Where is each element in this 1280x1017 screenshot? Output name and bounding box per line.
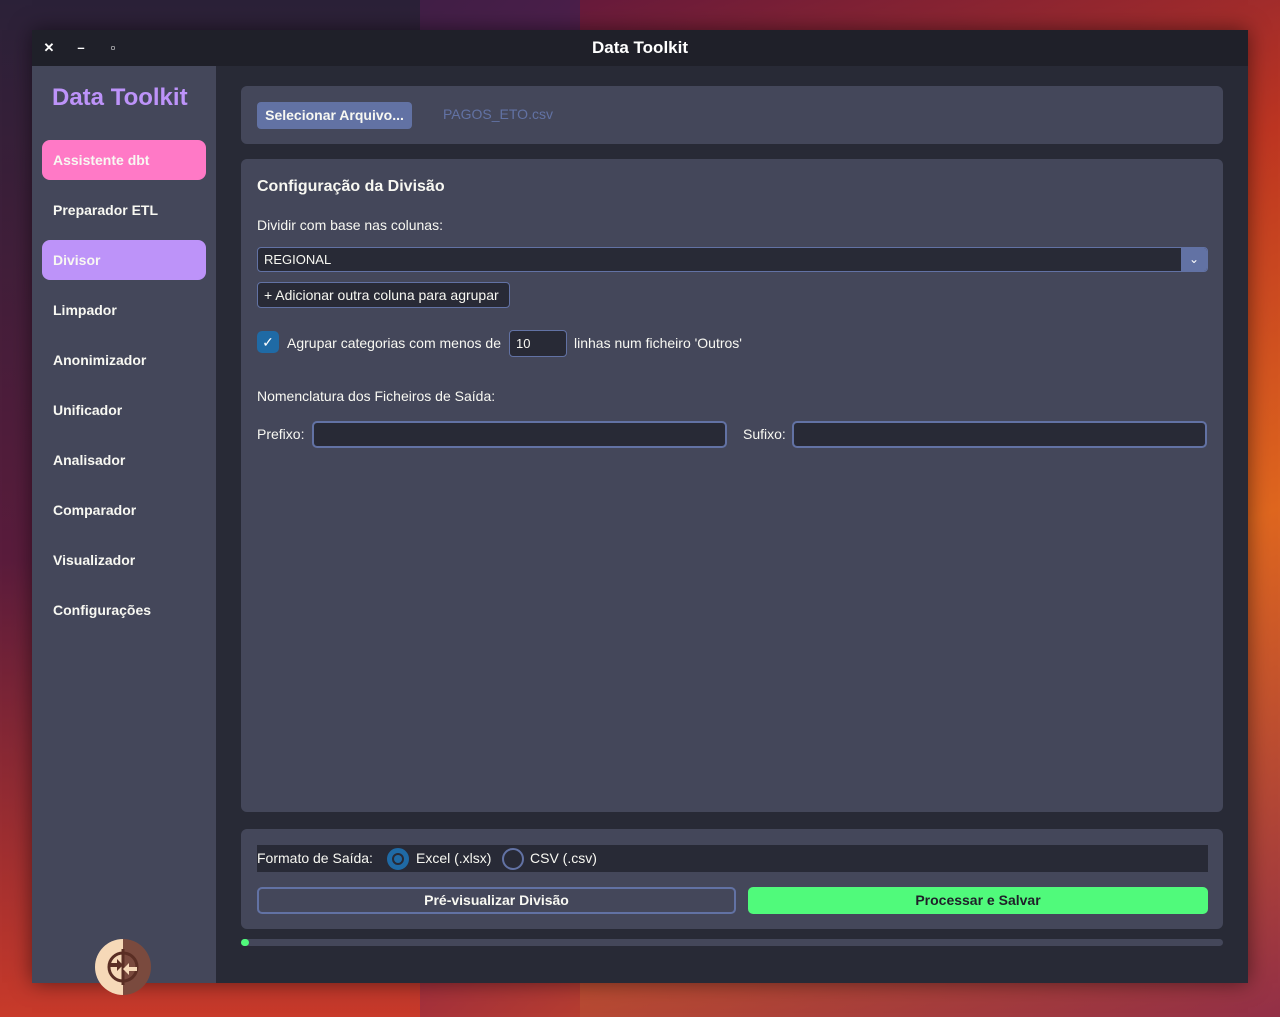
- column-select-value: REGIONAL: [264, 252, 332, 267]
- sidebar-item-anonimizador[interactable]: Anonimizador: [42, 340, 206, 380]
- select-file-button[interactable]: Selecionar Arquivo...: [257, 102, 412, 129]
- output-format-bar: Formato de Saída: Excel (.xlsx) CSV (.cs…: [257, 845, 1208, 872]
- selected-filename: PAGOS_ETO.csv: [443, 106, 553, 122]
- split-columns-label: Dividir com base nas colunas:: [257, 217, 443, 233]
- sidebar: Data Toolkit Assistente dbt Preparador E…: [32, 66, 216, 995]
- process-save-button[interactable]: Processar e Salvar: [748, 887, 1208, 914]
- brand-title: Data Toolkit: [52, 84, 188, 111]
- suffix-input[interactable]: [792, 421, 1207, 448]
- radio-excel-label[interactable]: Excel (.xlsx): [416, 850, 491, 866]
- prefix-input[interactable]: [312, 421, 727, 448]
- column-select[interactable]: REGIONAL ⌄: [257, 247, 1208, 272]
- group-suffix-label: linhas num ficheiro 'Outros': [574, 335, 742, 351]
- add-column-button[interactable]: + Adicionar outra coluna para agrupar: [257, 282, 510, 308]
- group-threshold-input[interactable]: 10: [509, 330, 567, 357]
- group-categories-checkbox[interactable]: ✓: [257, 331, 279, 353]
- file-panel: Selecionar Arquivo... PAGOS_ETO.csv: [241, 86, 1223, 144]
- sidebar-item-visualizador[interactable]: Visualizador: [42, 540, 206, 580]
- output-format-label: Formato de Saída:: [257, 850, 373, 866]
- sidebar-item-configuracoes[interactable]: Configurações: [42, 590, 206, 630]
- sidebar-item-assistente-dbt[interactable]: Assistente dbt: [42, 140, 206, 180]
- checkmark-icon: ✓: [262, 334, 274, 350]
- sidebar-item-comparador[interactable]: Comparador: [42, 490, 206, 530]
- radio-excel[interactable]: [387, 848, 409, 870]
- sidebar-item-unificador[interactable]: Unificador: [42, 390, 206, 430]
- radio-csv-label[interactable]: CSV (.csv): [530, 850, 597, 866]
- config-panel: Configuração da Divisão Dividir com base…: [241, 159, 1223, 812]
- naming-heading: Nomenclatura dos Ficheiros de Saída:: [257, 388, 496, 404]
- output-panel: Formato de Saída: Excel (.xlsx) CSV (.cs…: [241, 829, 1223, 929]
- sidebar-item-limpador[interactable]: Limpador: [42, 290, 206, 330]
- config-heading: Configuração da Divisão: [257, 178, 445, 195]
- sidebar-item-divisor[interactable]: Divisor: [42, 240, 206, 280]
- progress-fill: [241, 939, 249, 946]
- preview-split-button[interactable]: Pré-visualizar Divisão: [257, 887, 736, 914]
- app-window: ✕ – ▫ Data Toolkit Data Toolkit Assisten…: [32, 30, 1248, 995]
- sidebar-item-preparador-etl[interactable]: Preparador ETL: [42, 190, 206, 230]
- sidebar-item-analisador[interactable]: Analisador: [42, 440, 206, 480]
- prefix-label: Prefixo:: [257, 426, 305, 442]
- progress-bar: [241, 939, 1223, 946]
- suffix-label: Sufixo:: [743, 426, 786, 442]
- title-bar: ✕ – ▫ Data Toolkit: [32, 30, 1248, 66]
- window-title: Data Toolkit: [591, 38, 689, 57]
- group-prefix-label: Agrupar categorias com menos de: [287, 335, 501, 351]
- main-content: Selecionar Arquivo... PAGOS_ETO.csv Conf…: [216, 66, 1248, 983]
- split-arrows-logo-icon: [95, 939, 151, 995]
- chevron-down-icon[interactable]: ⌄: [1181, 248, 1207, 271]
- radio-csv[interactable]: [502, 848, 524, 870]
